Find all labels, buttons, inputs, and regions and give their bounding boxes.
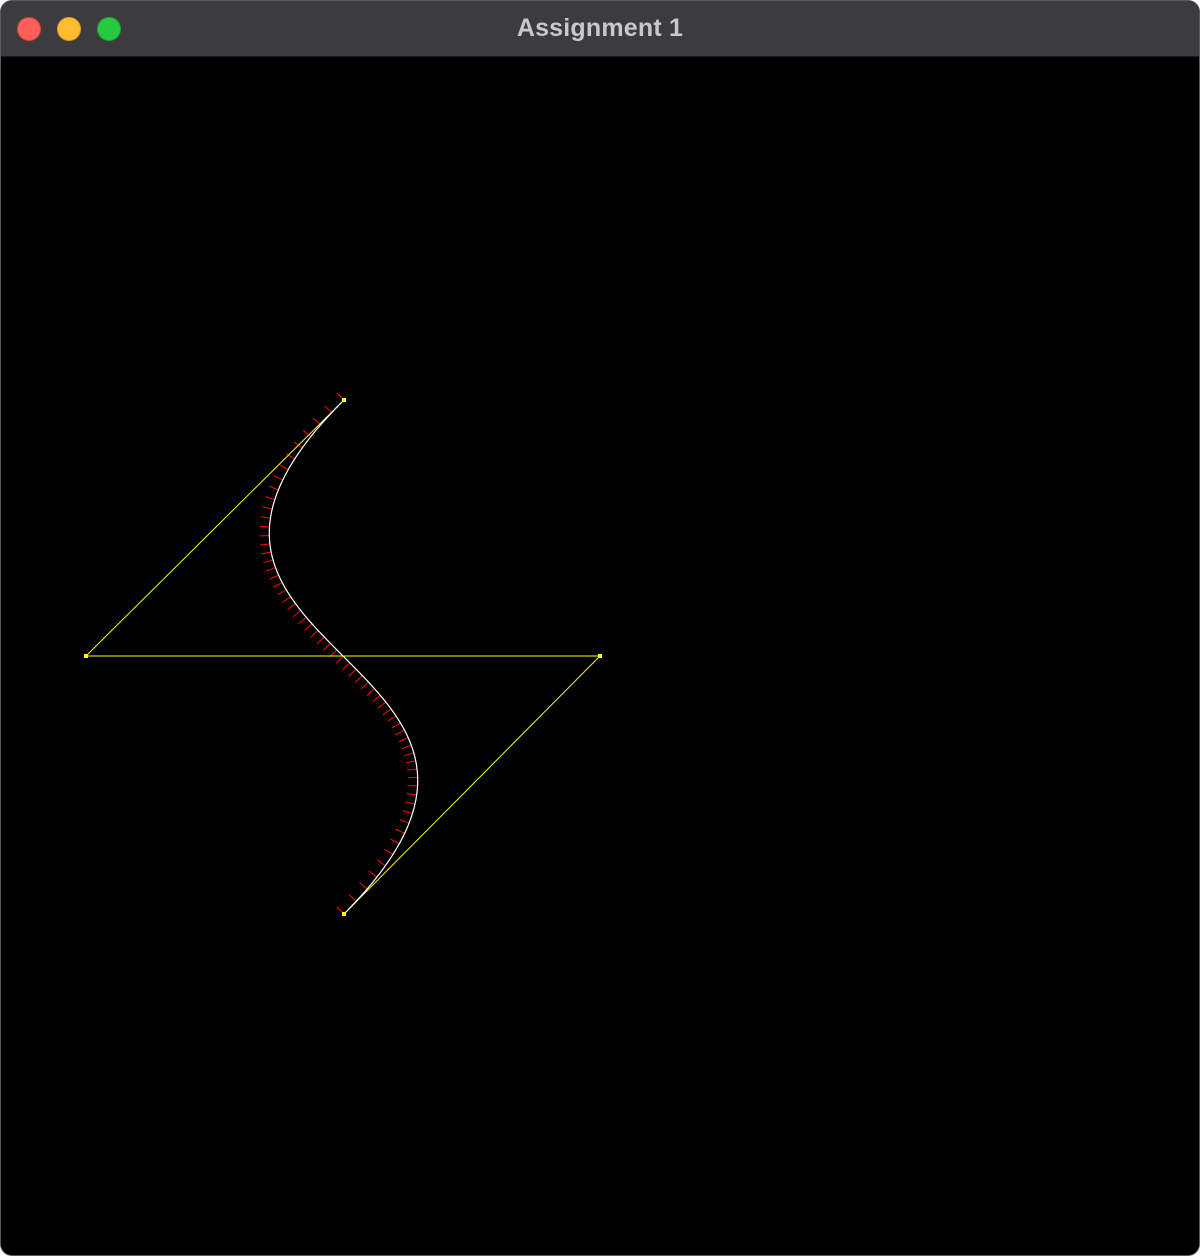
normal-vector <box>324 405 333 413</box>
normal-vector <box>405 760 416 764</box>
normal-vector <box>401 744 412 750</box>
normal-vector <box>395 828 405 834</box>
normal-vector <box>335 655 344 664</box>
window-title: Assignment 1 <box>516 14 684 42</box>
normal-vector <box>273 475 283 481</box>
normal-vector <box>262 506 273 510</box>
normal-vector <box>265 567 276 572</box>
normal-vector <box>310 630 319 638</box>
normal-vector <box>261 551 272 555</box>
normal-vector <box>263 559 274 564</box>
scene-svg <box>84 392 602 916</box>
render-canvas[interactable] <box>1 57 1199 1255</box>
normal-vector <box>406 793 417 796</box>
normal-vector <box>387 715 397 722</box>
control-point-3[interactable] <box>342 912 346 916</box>
normal-vector <box>376 859 386 867</box>
normal-vector <box>398 737 409 743</box>
normal-vector <box>282 596 291 603</box>
normal-vector <box>265 496 275 501</box>
normal-vector <box>404 752 414 757</box>
normal-vector <box>279 464 289 471</box>
control-point-2[interactable] <box>598 654 602 658</box>
normal-vector <box>382 708 392 716</box>
normal-vector <box>354 675 363 683</box>
title-bar[interactable]: Assignment 1 <box>1 1 1199 57</box>
normal-vector <box>292 610 302 618</box>
normal-vector <box>360 681 369 690</box>
normal-vector <box>366 688 375 696</box>
normal-vector <box>405 801 416 805</box>
normal-vector <box>269 574 279 580</box>
normal-vector <box>287 603 296 611</box>
normal-vector <box>372 694 381 703</box>
normal-vector <box>259 543 270 546</box>
curve-normals <box>259 392 418 915</box>
normal-vector <box>390 838 400 845</box>
control-point-0[interactable] <box>342 398 346 402</box>
normal-vector <box>268 485 279 491</box>
normal-vector <box>273 582 283 588</box>
control-point-1[interactable] <box>84 654 88 658</box>
normal-vector <box>316 636 325 645</box>
normal-vector <box>368 870 378 878</box>
normal-vector <box>348 894 357 902</box>
normal-vector <box>348 668 357 677</box>
normal-vector <box>298 616 307 625</box>
normal-vector <box>399 819 410 824</box>
normal-vector <box>277 589 287 596</box>
normal-vector <box>304 623 313 631</box>
normal-vector <box>322 643 331 651</box>
normal-vector <box>259 525 270 528</box>
normal-vector <box>384 848 394 856</box>
app-window: Assignment 1 <box>0 0 1200 1256</box>
normal-vector <box>395 729 405 736</box>
normal-vector <box>359 882 368 890</box>
normal-vector <box>342 662 351 671</box>
normal-vector <box>407 768 418 771</box>
normal-vector <box>391 722 401 729</box>
normal-vector <box>407 785 418 787</box>
normal-vector <box>377 701 387 709</box>
normal-vector <box>402 810 413 815</box>
normal-vector <box>260 516 271 519</box>
bezier-curve <box>268 399 419 915</box>
